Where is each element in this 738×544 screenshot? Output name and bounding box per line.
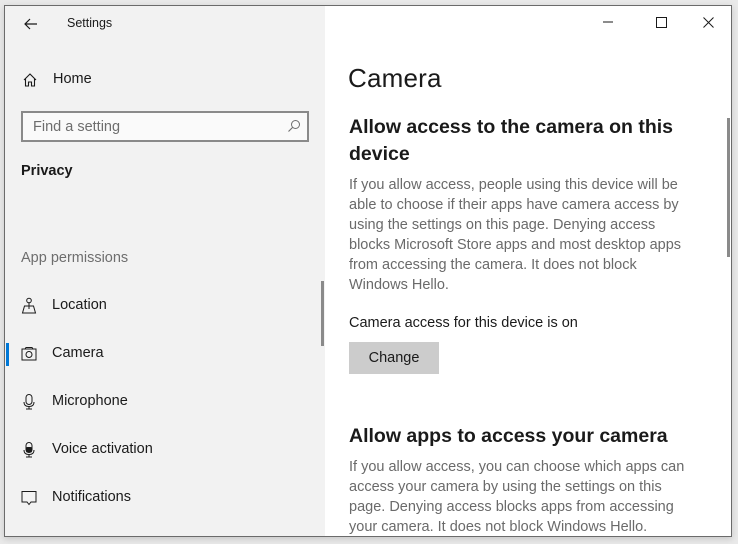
- microphone-icon: [23, 394, 35, 410]
- maximize-button[interactable]: [638, 6, 684, 38]
- search-input[interactable]: [23, 113, 273, 140]
- content-scrollbar[interactable]: [727, 118, 730, 257]
- sidebar-scrollbar[interactable]: [321, 281, 324, 346]
- voice-activation-icon: [23, 442, 35, 458]
- content-pane: Camera Allow access to the camera on thi…: [325, 6, 731, 536]
- sidebar-item-label: Camera: [52, 345, 104, 361]
- search-icon[interactable]: [287, 119, 301, 133]
- app-title: Settings: [67, 16, 113, 30]
- notifications-icon: [21, 491, 37, 506]
- maximize-icon: [655, 16, 667, 28]
- sidebar-item-notifications[interactable]: Notifications: [5, 478, 325, 518]
- settings-window: Settings Home Privacy App permissions Lo…: [4, 5, 732, 537]
- device-access-heading: Allow access to the camera on this devic…: [349, 116, 674, 165]
- close-icon: [702, 16, 714, 28]
- selection-indicator: [6, 343, 9, 366]
- minimize-icon: [603, 21, 613, 23]
- apps-access-heading: Allow apps to access your camera: [349, 425, 668, 447]
- sidebar-item-camera[interactable]: Camera: [5, 334, 325, 374]
- change-button[interactable]: Change: [349, 342, 439, 374]
- sidebar-item-microphone[interactable]: Microphone: [5, 382, 325, 422]
- section-heading: Privacy: [21, 163, 73, 179]
- sidebar-item-voice-activation[interactable]: Voice activation: [5, 430, 325, 470]
- camera-icon: [21, 347, 37, 361]
- close-button[interactable]: [685, 6, 731, 38]
- back-button[interactable]: [17, 10, 45, 38]
- sidebar-item-label: Microphone: [52, 393, 128, 409]
- sidebar-item-label: Location: [52, 297, 107, 313]
- sidebar-item-label: Home: [53, 71, 92, 87]
- device-access-status: Camera access for this device is on: [349, 315, 578, 331]
- group-heading: App permissions: [21, 250, 129, 266]
- sidebar-item-home[interactable]: Home: [5, 64, 325, 96]
- back-arrow-icon: [24, 18, 37, 30]
- home-icon: [23, 73, 37, 87]
- page-title: Camera: [348, 63, 442, 93]
- sidebar: Settings Home Privacy App permissions Lo…: [5, 6, 325, 536]
- sidebar-item-label: Notifications: [52, 489, 131, 505]
- minimize-button[interactable]: [585, 6, 631, 38]
- search-box[interactable]: [21, 111, 309, 142]
- location-icon: [21, 297, 37, 314]
- sidebar-item-label: Voice activation: [52, 441, 153, 457]
- apps-access-description: If you allow access, you can choose whic…: [349, 459, 685, 535]
- device-access-description: If you allow access, people using this d…: [349, 177, 682, 293]
- sidebar-item-location[interactable]: Location: [5, 286, 325, 326]
